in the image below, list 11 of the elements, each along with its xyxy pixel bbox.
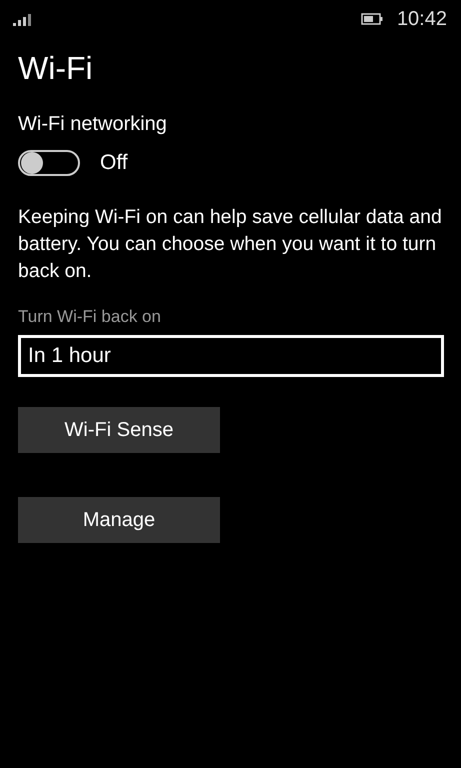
toggle-switch[interactable] [18, 150, 80, 176]
setting-label: Wi-Fi networking [18, 113, 167, 136]
action-button[interactable]: Manage [18, 497, 220, 543]
field-label: Turn Wi-Fi back on [18, 307, 161, 327]
battery-icon [360, 13, 383, 25]
clock-time: 10:42 [396, 8, 447, 30]
toggle-state: Off [100, 151, 128, 175]
action-button[interactable]: Wi-Fi Sense [18, 407, 220, 453]
page-title: Wi-Fi [18, 50, 93, 87]
description-text: Keeping Wi-Fi on can help save cellular data and battery. You can choose when you want it to turn back on. [18, 205, 443, 284]
dropdown-field[interactable]: In 1 hour [18, 335, 444, 377]
